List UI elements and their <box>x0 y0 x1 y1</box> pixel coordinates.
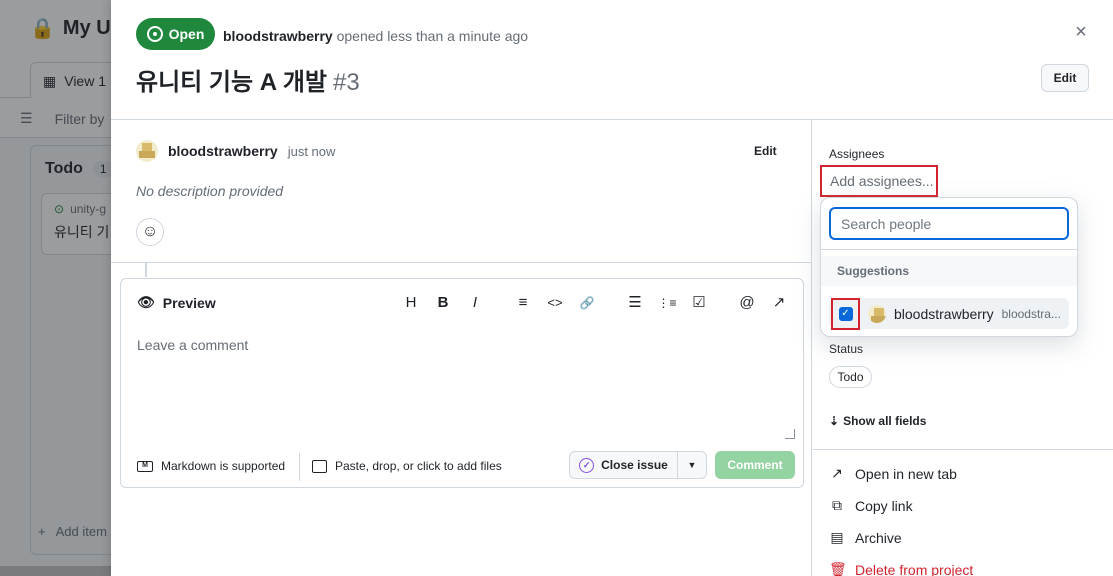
mention-icon[interactable]: @ <box>737 293 757 313</box>
smiley-icon: ☺ <box>141 223 159 240</box>
comment-textarea[interactable]: Leave a comment <box>137 337 248 353</box>
suggestion-name: bloodstrawberry <box>894 305 994 322</box>
preview-tab[interactable]: 👁 Preview <box>137 294 216 311</box>
add-reaction-button[interactable]: ☺ <box>136 218 164 246</box>
trash-icon: 🗑 <box>829 561 847 576</box>
close-icon[interactable]: × <box>1069 20 1093 44</box>
reference-icon[interactable]: ↗ <box>769 293 789 313</box>
search-people-input[interactable]: Search people <box>829 207 1069 240</box>
add-assignees-button[interactable]: Add assignees... <box>820 165 938 197</box>
comment-button[interactable]: Comment <box>715 451 795 479</box>
code-icon[interactable]: <> <box>545 293 565 313</box>
editor-toolbar: 👁 Preview H B I ≡ <> 🔗 ☰ ⋮≡ ☑ @ ↗ <box>121 279 803 323</box>
suggestion-login: bloodstra... <box>1001 306 1061 321</box>
bold-icon[interactable]: B <box>433 293 453 313</box>
close-issue-button[interactable]: ✓ Close issue ▼ <box>569 451 707 479</box>
attach-files[interactable]: Paste, drop, or click to add files <box>312 459 502 473</box>
open-new-tab-action[interactable]: ↗ Open in new tab <box>829 465 957 482</box>
quote-icon[interactable]: ≡ <box>513 293 533 313</box>
fold-down-icon: ⇣ <box>829 414 840 428</box>
overlay-backdrop[interactable] <box>0 0 111 576</box>
checkbox-highlight[interactable]: ✓ <box>831 297 860 330</box>
author-link[interactable]: bloodstrawberry <box>223 28 333 44</box>
edit-title-button[interactable]: Edit <box>1041 64 1089 92</box>
edit-comment-button[interactable]: Edit <box>754 144 777 158</box>
open-issue-icon <box>146 26 163 42</box>
comment-body: No description provided <box>136 183 284 199</box>
assignees-label: Assignees <box>829 147 885 161</box>
link-icon[interactable]: 🔗 <box>577 293 597 313</box>
copy-icon: ⧉ <box>832 497 842 513</box>
archive-action[interactable]: ▤ Archive <box>829 529 901 546</box>
external-link-icon: ↗ <box>831 465 843 481</box>
check-circle-icon: ✓ <box>579 457 595 473</box>
archive-icon: ▤ <box>830 529 844 545</box>
avatar <box>136 140 158 162</box>
timeline-line <box>145 263 147 277</box>
sidebar-divider <box>813 449 1113 450</box>
issue-main: bloodstrawberry just now Edit No descrip… <box>111 120 812 576</box>
resize-handle[interactable] <box>785 429 795 439</box>
assignee-popover: Search people Suggestions ✓ bloodstrawbe… <box>820 197 1078 337</box>
suggestion-item[interactable]: ✓ bloodstrawberry bloodstra... <box>829 297 1069 330</box>
comment-author[interactable]: bloodstrawberry <box>168 143 278 159</box>
status-badge: Open <box>136 18 215 50</box>
suggestions-label: Suggestions <box>821 256 1077 286</box>
eye-icon: 👁 <box>137 294 155 310</box>
opened-meta: bloodstrawberry opened less than a minut… <box>223 28 529 44</box>
comment-editor: 👁 Preview H B I ≡ <> 🔗 ☰ ⋮≡ ☑ @ ↗ Leave … <box>120 278 804 488</box>
divider <box>111 262 812 263</box>
checkbox-checked-icon[interactable]: ✓ <box>838 306 853 321</box>
image-icon <box>312 459 327 473</box>
close-issue-main[interactable]: ✓ Close issue <box>570 452 678 478</box>
issue-header: Open bloodstrawberry opened less than a … <box>111 0 1113 120</box>
comment-header: bloodstrawberry just now <box>136 140 335 162</box>
bulleted-list-icon[interactable]: ☰ <box>625 293 645 313</box>
triangle-down-icon[interactable]: ▼ <box>678 452 706 478</box>
markdown-note[interactable]: M Markdown is supported <box>137 459 285 473</box>
italic-icon[interactable]: I <box>465 293 485 313</box>
issue-sidebar: Assignees Add assignees... Status Todo ⇣… <box>813 120 1113 576</box>
status-value[interactable]: Todo <box>829 366 872 388</box>
show-all-fields-button[interactable]: ⇣ Show all fields <box>829 414 926 428</box>
status-label: Status <box>829 342 864 356</box>
avatar <box>868 304 886 323</box>
task-list-icon[interactable]: ☑ <box>689 293 709 313</box>
delete-action[interactable]: 🗑 Delete from project <box>829 561 973 576</box>
numbered-list-icon[interactable]: ⋮≡ <box>657 293 677 313</box>
editor-footer: M Markdown is supported Paste, drop, or … <box>121 445 803 487</box>
popover-divider <box>821 249 1077 250</box>
footer-divider <box>299 453 300 481</box>
heading-icon[interactable]: H <box>401 293 421 313</box>
issue-number: #3 <box>333 69 360 96</box>
copy-link-action[interactable]: ⧉ Copy link <box>829 497 913 514</box>
issue-title: 유니티 기능 A 개발 #3 <box>136 69 360 96</box>
markdown-icon: M <box>137 460 153 472</box>
comment-time[interactable]: just now <box>288 144 336 159</box>
